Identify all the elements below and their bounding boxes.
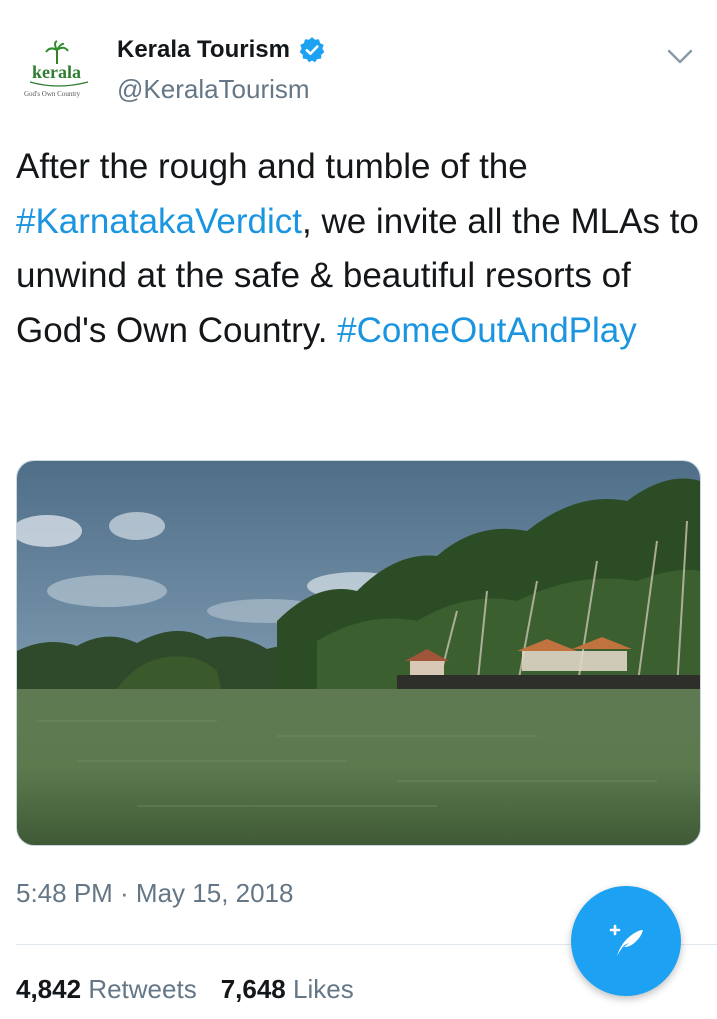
tweet-timestamp[interactable]: 5:48 PM · May 15, 2018 bbox=[16, 878, 293, 909]
user-handle[interactable]: @KeralaTourism bbox=[117, 74, 310, 105]
compose-tweet-button[interactable] bbox=[571, 886, 681, 996]
tweet-media-photo[interactable] bbox=[16, 460, 701, 846]
chevron-down-icon[interactable] bbox=[664, 40, 696, 72]
verified-badge-icon bbox=[299, 37, 325, 63]
kerala-logo: kerala God's Own Country bbox=[24, 40, 89, 98]
likes-label: Likes bbox=[293, 974, 354, 1004]
hashtag-link[interactable]: #ComeOutAndPlay bbox=[337, 311, 637, 350]
display-name-row[interactable]: Kerala Tourism bbox=[117, 36, 326, 64]
svg-text:kerala: kerala bbox=[32, 62, 81, 82]
hashtag-link[interactable]: #KarnatakaVerdict bbox=[16, 202, 302, 241]
tweet-text-part: After the rough and tumble of the bbox=[16, 147, 528, 186]
retweets-count: 4,842 bbox=[16, 974, 82, 1004]
retweets-stat[interactable]: 4,842 Retweets bbox=[16, 974, 197, 1005]
tweet-header: kerala God's Own Country Kerala Tourism … bbox=[0, 0, 717, 120]
compose-tweet-icon bbox=[609, 924, 643, 956]
backwater-photo bbox=[17, 461, 700, 845]
likes-stat[interactable]: 7,648 Likes bbox=[221, 974, 354, 1005]
avatar[interactable]: kerala God's Own Country bbox=[18, 40, 98, 110]
tweet-text: After the rough and tumble of the #Karna… bbox=[16, 140, 706, 358]
tweet-stats: 4,842 Retweets 7,648 Likes bbox=[16, 974, 354, 1005]
display-name[interactable]: Kerala Tourism bbox=[117, 36, 290, 64]
svg-text:God's Own Country: God's Own Country bbox=[24, 90, 81, 98]
retweets-label: Retweets bbox=[88, 974, 197, 1004]
likes-count: 7,648 bbox=[220, 974, 286, 1004]
